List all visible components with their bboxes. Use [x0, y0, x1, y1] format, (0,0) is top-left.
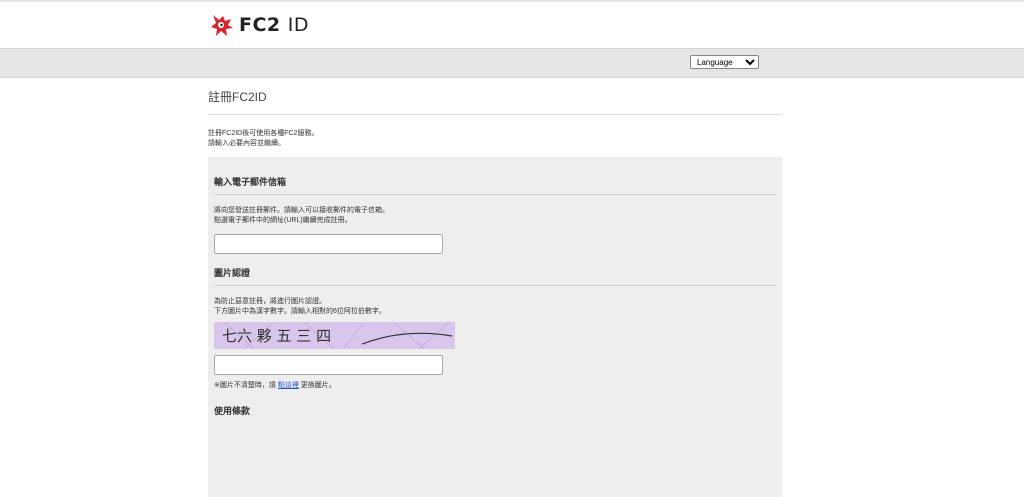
fc2-mascot-icon — [211, 15, 233, 36]
captcha-section: 圖片認證 為防止惡意註冊，將進行圖片認證。 下方圖片中為漢字數字。請輸入相對的6… — [214, 266, 776, 390]
intro-text: 註冊FC2ID後可使用各種FC2服務。 請輸入必要內容並繼續。 — [208, 130, 319, 147]
captcha-section-title: 圖片認證 — [214, 266, 776, 286]
language-select[interactable]: Language — [690, 55, 759, 69]
language-bar: Language — [0, 48, 1024, 78]
email-section-title: 輸入電子郵件信箱 — [214, 175, 776, 195]
page-title: 註冊FC2ID — [208, 88, 782, 115]
terms-section: 使用條款 — [214, 404, 776, 423]
registration-form-panel: 輸入電子郵件信箱 將向您發送註冊郵件。請輸入可以接收郵件的電子信箱。 點選電子郵… — [208, 157, 782, 497]
email-input[interactable] — [214, 234, 443, 254]
captcha-section-desc: 為防止惡意註冊，將進行圖片認證。 下方圖片中為漢字數字。請輸入相對的6位阿拉伯數… — [214, 298, 386, 315]
email-section: 輸入電子郵件信箱 將向您發送註冊郵件。請輸入可以接收郵件的電子信箱。 點選電子郵… — [214, 175, 776, 254]
terms-section-title: 使用條款 — [214, 406, 251, 416]
fc2-logo[interactable]: FC2 ID — [209, 12, 309, 38]
main-content: 註冊FC2ID 註冊FC2ID後可使用各種FC2服務。 請輸入必要內容並繼續。 … — [208, 78, 782, 497]
captcha-refresh-note: ※圖片不清楚時，請 點這裡 更換圖片。 — [214, 382, 336, 389]
email-section-desc: 將向您發送註冊郵件。請輸入可以接收郵件的電子信箱。 點選電子郵件中的網址(URL… — [214, 207, 389, 224]
captcha-image: 七六 夥 五 三 四 — [214, 322, 455, 349]
site-header: FC2 ID — [0, 2, 1024, 48]
captcha-text: 七六 夥 五 三 四 — [222, 327, 331, 345]
logo-text: FC2 ID — [239, 14, 310, 36]
captcha-refresh-link[interactable]: 點這裡 — [278, 382, 299, 389]
captcha-input[interactable] — [214, 355, 443, 375]
